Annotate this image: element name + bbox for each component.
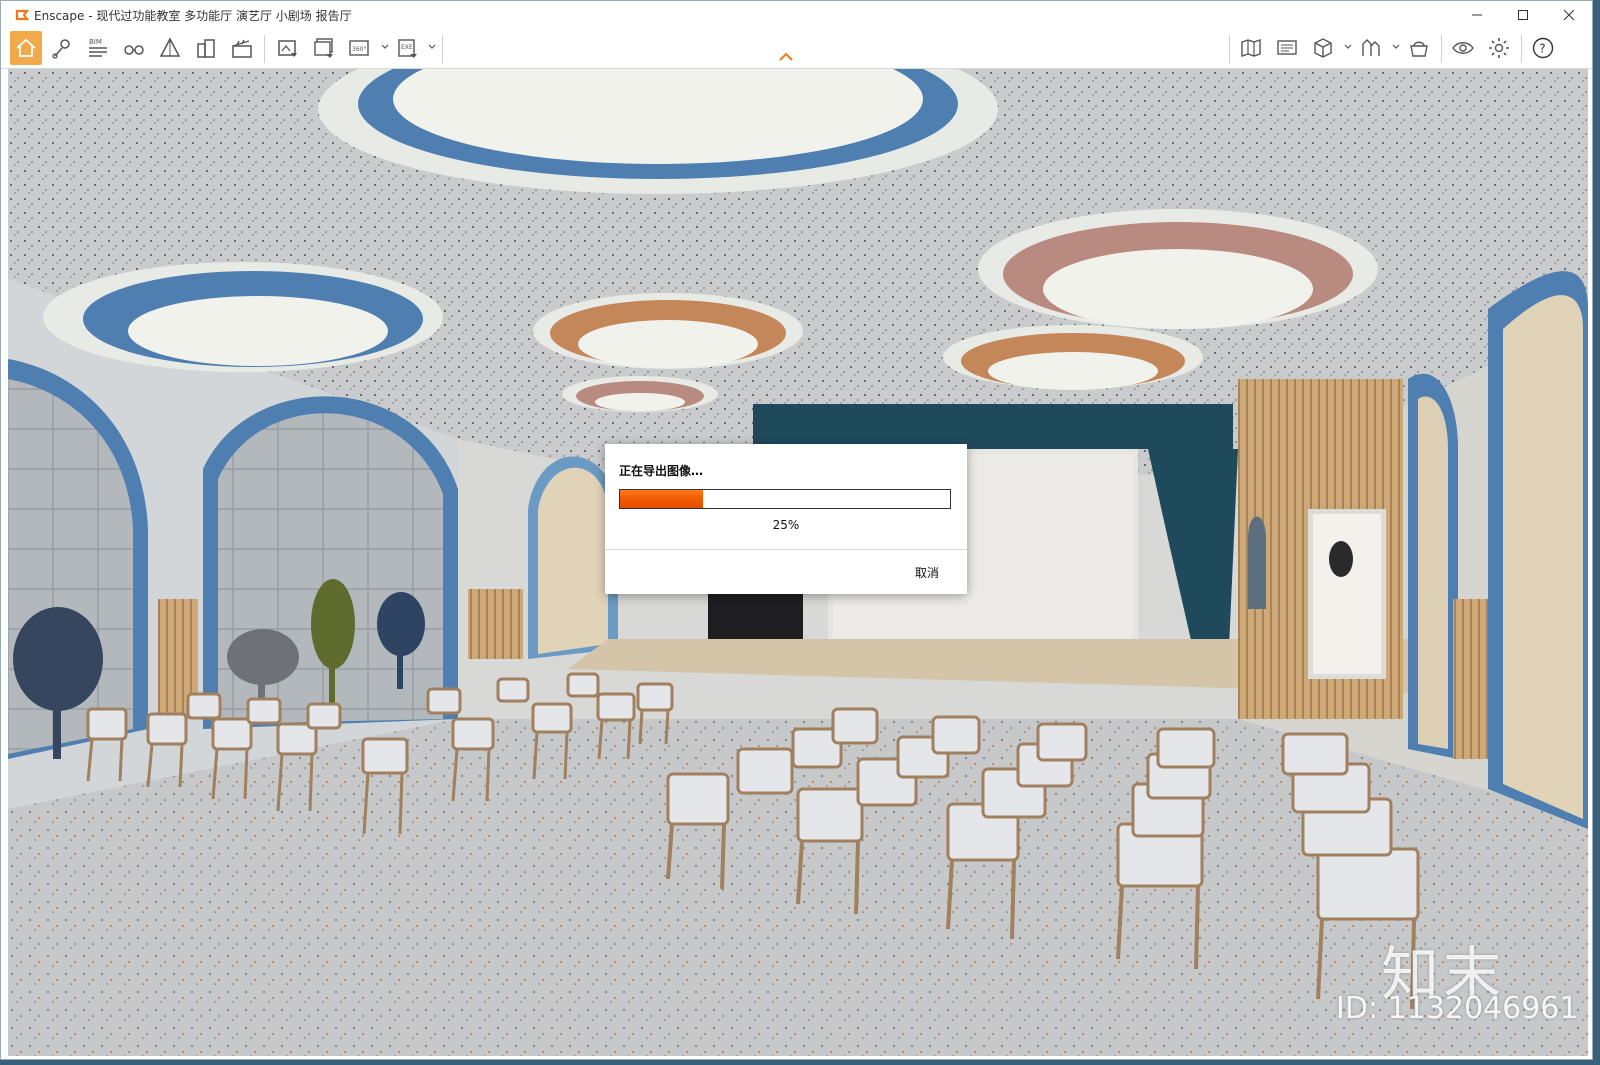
bim-button[interactable]: BIM [82,31,114,65]
maximize-button[interactable] [1500,1,1546,29]
watermark-id: ID: 1132046961 [1336,991,1579,1026]
export-exe-icon: EXE [398,39,417,58]
section-button[interactable] [1355,31,1387,65]
toolbar-separator [264,35,265,63]
batch-render-button[interactable] [308,31,340,65]
cancel-button[interactable]: 取消 [915,564,939,581]
panorama-button[interactable]: 360° [344,31,376,65]
enscape-window: Enscape - 现代过功能教室 多功能厅 演艺厅 小剧场 报告厅 BIM 3… [0,0,1593,1060]
chevron-down-icon[interactable] [1392,43,1400,51]
asset-library-button[interactable] [1403,31,1435,65]
render-image-icon [278,40,297,57]
video-editor-button[interactable] [226,31,258,65]
cube-view-icon [1314,38,1332,58]
binoculars-icon [124,45,144,55]
window-controls [1454,1,1592,29]
toolbar-separator [442,35,443,63]
screen-button[interactable] [1271,31,1303,65]
svg-text:360°: 360° [352,46,366,53]
title-bar: Enscape - 现代过功能教室 多功能厅 演艺厅 小剧场 报告厅 [1,1,1592,29]
export-exe-button[interactable]: EXE [392,31,424,65]
window-title: Enscape - 现代过功能教室 多功能厅 演艺厅 小剧场 报告厅 [34,8,352,23]
bim-icon: BIM [89,38,107,57]
chevron-down-icon[interactable] [1344,43,1352,51]
toolbar-separator [1229,35,1230,63]
svg-text:?: ? [1539,42,1545,56]
minimize-icon [1472,14,1482,16]
screen-icon [1277,40,1297,55]
chevron-down-icon[interactable] [428,43,436,51]
dialog-title: 正在导出图像… [619,464,704,478]
progress-percent-label: 25% [772,518,800,532]
perspective-button[interactable] [154,31,186,65]
maximize-icon [1518,10,1528,20]
svg-text:EXE: EXE [401,44,413,51]
cube-view-button[interactable] [1307,31,1339,65]
map-button[interactable] [1235,31,1267,65]
toolbar-separator [1521,35,1522,63]
close-button[interactable] [1546,1,1592,29]
collapse-toolbar-caret-icon[interactable] [777,51,795,63]
panorama-360-icon: 360° [349,40,369,56]
progress-bar-fill [620,490,703,508]
close-icon [1563,9,1575,21]
batch-render-icon [314,38,333,58]
settings-button[interactable] [1483,31,1515,65]
buildings-button[interactable] [190,31,222,65]
svg-text:BIM: BIM [89,38,102,46]
visual-settings-icon [1452,42,1474,54]
buildings-icon [197,39,215,58]
help-icon: ? [1532,37,1554,59]
export-progress-dialog: 正在导出图像… 25% 取消 [605,444,967,594]
clapperboard-icon [232,39,252,58]
asset-library-icon [1410,41,1428,57]
walk-mode-button[interactable] [118,31,150,65]
enscape-logo-icon [15,9,29,21]
export-progress-bar [619,489,951,509]
minimize-button[interactable] [1454,1,1500,29]
location-pin-icon [52,39,70,59]
chevron-down-icon[interactable] [381,43,389,51]
visual-settings-button[interactable] [1447,31,1479,65]
home-button[interactable] [10,31,42,65]
help-button[interactable]: ? [1527,31,1559,65]
dialog-divider [605,549,967,550]
home-icon [16,38,36,57]
main-toolbar: BIM 360° EXE ? [1,29,1592,69]
map-icon [1241,39,1261,57]
settings-gear-icon [1489,38,1509,58]
location-button[interactable] [46,31,78,65]
section-icon [1362,39,1380,56]
toolbar-separator [1441,35,1442,63]
perspective-icon [159,37,181,57]
render-image-button[interactable] [272,31,304,65]
